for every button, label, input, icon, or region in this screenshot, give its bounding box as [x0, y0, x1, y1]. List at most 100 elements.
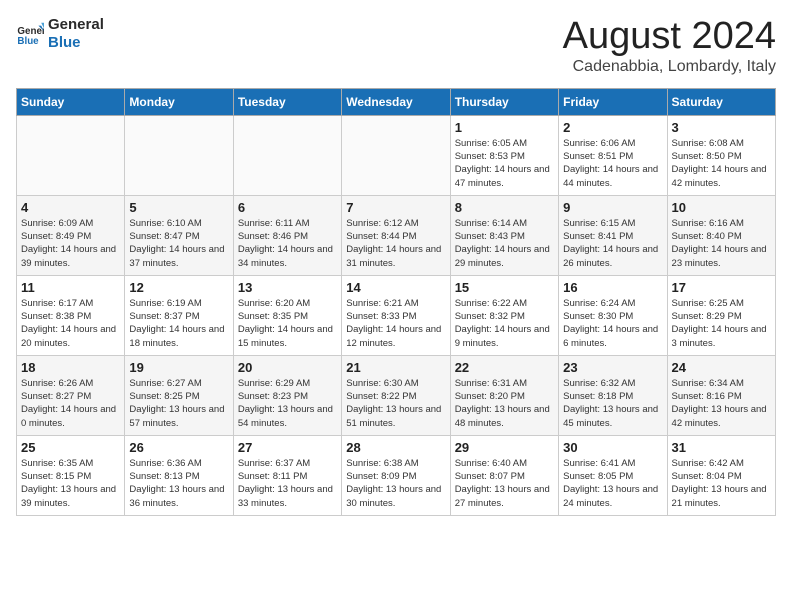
header-cell-thursday: Thursday — [450, 88, 558, 115]
day-cell: 16 Sunrise: 6:24 AM Sunset: 8:30 PM Dayli… — [559, 275, 667, 355]
day-cell — [17, 115, 125, 195]
day-info: Sunrise: 6:19 AM Sunset: 8:37 PM Dayligh… — [129, 297, 228, 350]
day-number: 15 — [455, 280, 554, 295]
day-number: 12 — [129, 280, 228, 295]
day-cell — [125, 115, 233, 195]
logo-icon: General Blue — [16, 20, 44, 48]
day-cell: 14 Sunrise: 6:21 AM Sunset: 8:33 PM Dayli… — [342, 275, 450, 355]
day-number: 24 — [672, 360, 771, 375]
day-info: Sunrise: 6:29 AM Sunset: 8:23 PM Dayligh… — [238, 377, 337, 430]
day-info: Sunrise: 6:31 AM Sunset: 8:20 PM Dayligh… — [455, 377, 554, 430]
day-number: 6 — [238, 200, 337, 215]
day-info: Sunrise: 6:26 AM Sunset: 8:27 PM Dayligh… — [21, 377, 120, 430]
header-cell-wednesday: Wednesday — [342, 88, 450, 115]
day-cell: 12 Sunrise: 6:19 AM Sunset: 8:37 PM Dayli… — [125, 275, 233, 355]
day-info: Sunrise: 6:34 AM Sunset: 8:16 PM Dayligh… — [672, 377, 771, 430]
week-row-5: 25 Sunrise: 6:35 AM Sunset: 8:15 PM Dayli… — [17, 435, 776, 515]
day-cell: 13 Sunrise: 6:20 AM Sunset: 8:35 PM Dayli… — [233, 275, 341, 355]
day-cell: 5Sunrise: 6:10 AM Sunset: 8:47 PM Daylig… — [125, 195, 233, 275]
day-cell: 1Sunrise: 6:05 AM Sunset: 8:53 PM Daylig… — [450, 115, 558, 195]
day-number: 5 — [129, 200, 228, 215]
day-number: 17 — [672, 280, 771, 295]
day-info: Sunrise: 6:08 AM Sunset: 8:50 PM Dayligh… — [672, 137, 771, 190]
day-number: 3 — [672, 120, 771, 135]
day-cell: 26Sunrise: 6:36 AM Sunset: 8:13 PM Dayli… — [125, 435, 233, 515]
day-info: Sunrise: 6:05 AM Sunset: 8:53 PM Dayligh… — [455, 137, 554, 190]
week-row-4: 18 Sunrise: 6:26 AM Sunset: 8:27 PM Dayli… — [17, 355, 776, 435]
day-cell: 7Sunrise: 6:12 AM Sunset: 8:44 PM Daylig… — [342, 195, 450, 275]
day-number: 14 — [346, 280, 445, 295]
day-number: 2 — [563, 120, 662, 135]
day-info: Sunrise: 6:25 AM Sunset: 8:29 PM Dayligh… — [672, 297, 771, 350]
day-number: 25 — [21, 440, 120, 455]
location-title: Cadenabbia, Lombardy, Italy — [563, 58, 776, 76]
day-number: 27 — [238, 440, 337, 455]
header-row: SundayMondayTuesdayWednesdayThursdayFrid… — [17, 88, 776, 115]
day-number: 20 — [238, 360, 337, 375]
day-number: 21 — [346, 360, 445, 375]
day-info: Sunrise: 6:24 AM Sunset: 8:30 PM Dayligh… — [563, 297, 662, 350]
day-info: Sunrise: 6:09 AM Sunset: 8:49 PM Dayligh… — [21, 217, 120, 270]
day-info: Sunrise: 6:20 AM Sunset: 8:35 PM Dayligh… — [238, 297, 337, 350]
day-cell: 9 Sunrise: 6:15 AM Sunset: 8:41 PM Daylig… — [559, 195, 667, 275]
header-cell-monday: Monday — [125, 88, 233, 115]
day-info: Sunrise: 6:21 AM Sunset: 8:33 PM Dayligh… — [346, 297, 445, 350]
day-cell: 25 Sunrise: 6:35 AM Sunset: 8:15 PM Dayli… — [17, 435, 125, 515]
day-number: 26 — [129, 440, 228, 455]
day-info: Sunrise: 6:42 AM Sunset: 8:04 PM Dayligh… — [672, 457, 771, 510]
day-number: 16 — [563, 280, 662, 295]
day-cell: 30Sunrise: 6:41 AM Sunset: 8:05 PM Dayli… — [559, 435, 667, 515]
day-info: Sunrise: 6:35 AM Sunset: 8:15 PM Dayligh… — [21, 457, 120, 510]
day-info: Sunrise: 6:11 AM Sunset: 8:46 PM Dayligh… — [238, 217, 337, 270]
calendar-table: SundayMondayTuesdayWednesdayThursdayFrid… — [16, 88, 776, 516]
header-cell-tuesday: Tuesday — [233, 88, 341, 115]
day-info: Sunrise: 6:17 AM Sunset: 8:38 PM Dayligh… — [21, 297, 120, 350]
day-cell: 17 Sunrise: 6:25 AM Sunset: 8:29 PM Dayli… — [667, 275, 775, 355]
day-cell: 19 Sunrise: 6:27 AM Sunset: 8:25 PM Dayli… — [125, 355, 233, 435]
day-info: Sunrise: 6:16 AM Sunset: 8:40 PM Dayligh… — [672, 217, 771, 270]
day-cell: 15 Sunrise: 6:22 AM Sunset: 8:32 PM Dayli… — [450, 275, 558, 355]
day-info: Sunrise: 6:15 AM Sunset: 8:41 PM Dayligh… — [563, 217, 662, 270]
day-cell: 2 Sunrise: 6:06 AM Sunset: 8:51 PM Daylig… — [559, 115, 667, 195]
logo-general: General — [48, 16, 104, 34]
day-cell: 20 Sunrise: 6:29 AM Sunset: 8:23 PM Dayli… — [233, 355, 341, 435]
day-info: Sunrise: 6:22 AM Sunset: 8:32 PM Dayligh… — [455, 297, 554, 350]
day-cell: 24 Sunrise: 6:34 AM Sunset: 8:16 PM Dayli… — [667, 355, 775, 435]
day-info: Sunrise: 6:38 AM Sunset: 8:09 PM Dayligh… — [346, 457, 445, 510]
month-title: August 2024 — [563, 16, 776, 58]
day-number: 18 — [21, 360, 120, 375]
day-cell: 3 Sunrise: 6:08 AM Sunset: 8:50 PM Daylig… — [667, 115, 775, 195]
day-info: Sunrise: 6:37 AM Sunset: 8:11 PM Dayligh… — [238, 457, 337, 510]
day-info: Sunrise: 6:14 AM Sunset: 8:43 PM Dayligh… — [455, 217, 554, 270]
day-info: Sunrise: 6:30 AM Sunset: 8:22 PM Dayligh… — [346, 377, 445, 430]
day-cell: 8 Sunrise: 6:14 AM Sunset: 8:43 PM Daylig… — [450, 195, 558, 275]
day-number: 29 — [455, 440, 554, 455]
day-cell: 4Sunrise: 6:09 AM Sunset: 8:49 PM Daylig… — [17, 195, 125, 275]
header-cell-saturday: Saturday — [667, 88, 775, 115]
day-cell: 23Sunrise: 6:32 AM Sunset: 8:18 PM Dayli… — [559, 355, 667, 435]
day-cell — [342, 115, 450, 195]
day-number: 22 — [455, 360, 554, 375]
day-number: 9 — [563, 200, 662, 215]
logo-blue: Blue — [48, 34, 104, 52]
day-number: 13 — [238, 280, 337, 295]
logo: General Blue General Blue — [16, 16, 104, 52]
day-number: 8 — [455, 200, 554, 215]
day-number: 23 — [563, 360, 662, 375]
day-cell: 10Sunrise: 6:16 AM Sunset: 8:40 PM Dayli… — [667, 195, 775, 275]
day-cell: 6 Sunrise: 6:11 AM Sunset: 8:46 PM Daylig… — [233, 195, 341, 275]
day-number: 11 — [21, 280, 120, 295]
day-info: Sunrise: 6:27 AM Sunset: 8:25 PM Dayligh… — [129, 377, 228, 430]
day-info: Sunrise: 6:06 AM Sunset: 8:51 PM Dayligh… — [563, 137, 662, 190]
day-cell — [233, 115, 341, 195]
day-cell: 28Sunrise: 6:38 AM Sunset: 8:09 PM Dayli… — [342, 435, 450, 515]
day-number: 7 — [346, 200, 445, 215]
header: General Blue General Blue August 2024 Ca… — [16, 16, 776, 76]
day-number: 19 — [129, 360, 228, 375]
day-cell: 11 Sunrise: 6:17 AM Sunset: 8:38 PM Dayli… — [17, 275, 125, 355]
week-row-2: 4Sunrise: 6:09 AM Sunset: 8:49 PM Daylig… — [17, 195, 776, 275]
week-row-3: 11 Sunrise: 6:17 AM Sunset: 8:38 PM Dayli… — [17, 275, 776, 355]
header-cell-sunday: Sunday — [17, 88, 125, 115]
day-cell: 21 Sunrise: 6:30 AM Sunset: 8:22 PM Dayli… — [342, 355, 450, 435]
day-cell: 31Sunrise: 6:42 AM Sunset: 8:04 PM Dayli… — [667, 435, 775, 515]
